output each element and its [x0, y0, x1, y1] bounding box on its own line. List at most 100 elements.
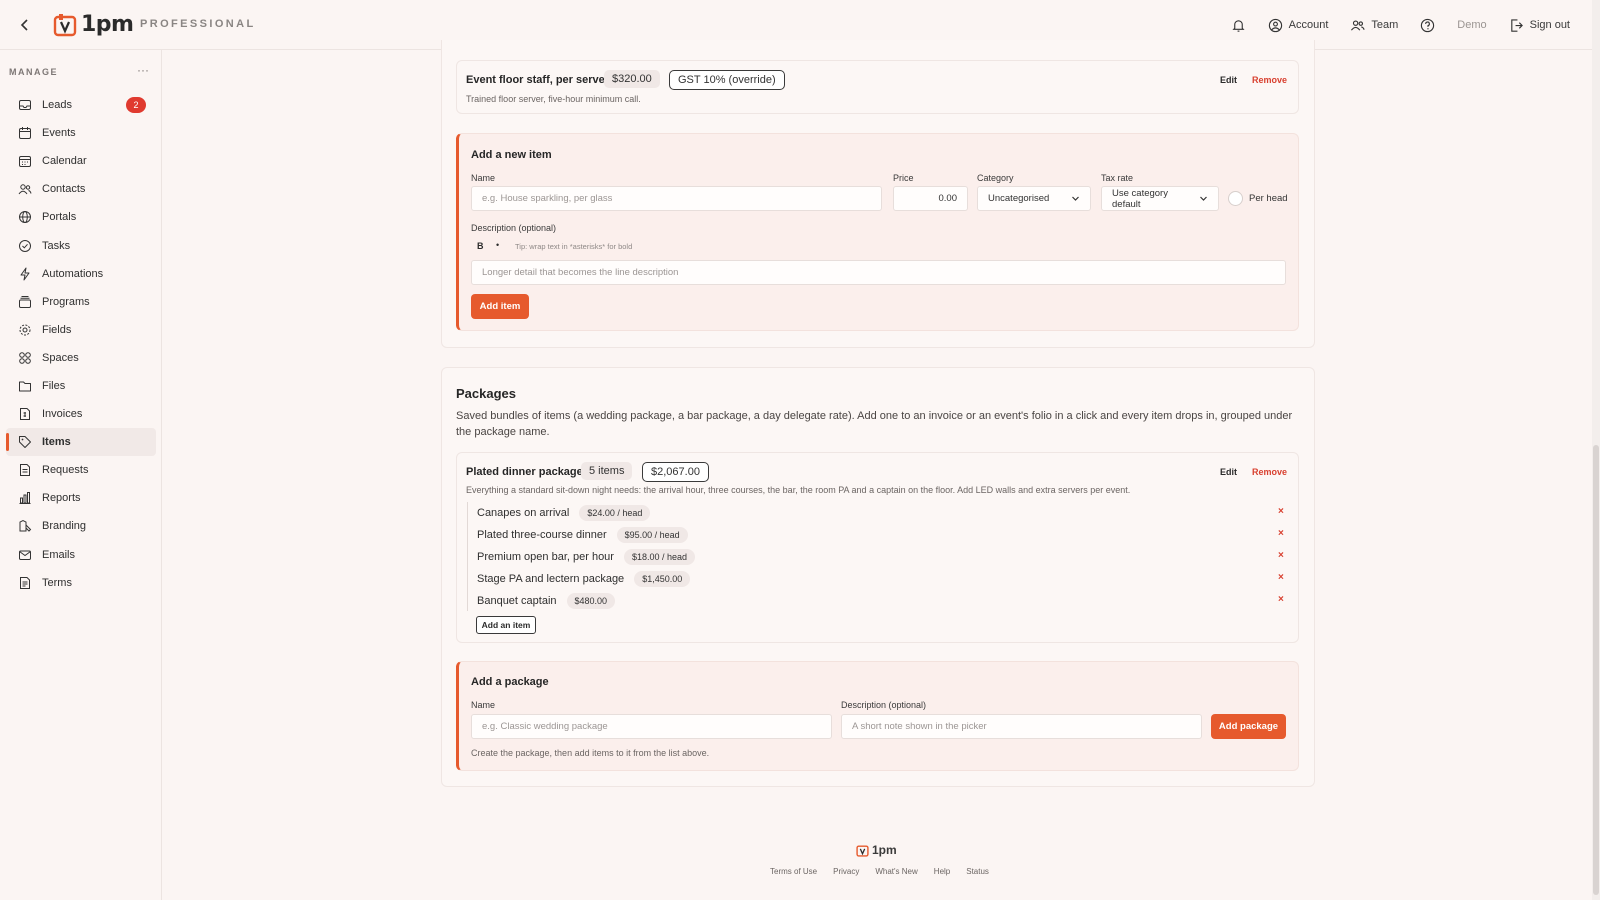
sidebar-item-programs[interactable]: Programs: [6, 288, 156, 316]
sidebar-item-leads[interactable]: Leads 2: [6, 91, 156, 119]
remove-line-item-button[interactable]: ×: [1278, 594, 1284, 605]
package-line-item: Stage PA and lectern package $1,450.00: [477, 568, 691, 590]
add-item-button[interactable]: Add item: [471, 294, 529, 319]
remove-line-item-button[interactable]: ×: [1278, 506, 1284, 517]
sidebar-item-files[interactable]: Files: [6, 372, 156, 400]
logo-mark-icon: [856, 844, 869, 857]
chevron-down-icon: [1072, 196, 1079, 201]
footer-logo-text: 1pm: [872, 843, 897, 857]
add-item-form: Add a new item Name e.g. House sparkling…: [456, 133, 1299, 331]
item-remove-button[interactable]: Remove: [1252, 75, 1287, 85]
calendar-event-icon: [19, 127, 31, 140]
item-name-input[interactable]: e.g. House sparkling, per glass: [471, 186, 882, 211]
app-logo[interactable]: 1pm: [53, 12, 134, 37]
package-line-item-name: Canapes on arrival: [477, 507, 570, 519]
sidebar-item-label: Emails: [42, 548, 76, 561]
sidebar-item-fields[interactable]: Fields: [6, 316, 156, 344]
sidebar-item-label: Files: [42, 379, 66, 392]
team-link[interactable]: Team: [1350, 18, 1398, 33]
remove-line-item-button[interactable]: ×: [1278, 572, 1284, 583]
help-button[interactable]: [1420, 18, 1435, 33]
footer-logo: 1pm: [856, 843, 897, 857]
page-scrollbar[interactable]: [1592, 0, 1600, 900]
sidebar-item-label: Requests: [42, 464, 89, 477]
leads-count-badge: 2: [126, 97, 146, 113]
sidebar-item-contacts[interactable]: Contacts: [6, 175, 156, 203]
sidebar-item-calendar[interactable]: Calendar: [6, 147, 156, 175]
bullet-button[interactable]: •: [496, 240, 499, 250]
tax-rate-value: Use category default: [1112, 187, 1168, 210]
demo-label: Demo: [1457, 19, 1487, 31]
per-head-checkbox[interactable]: [1228, 191, 1243, 206]
category-select[interactable]: Uncategorised: [977, 186, 1091, 211]
inbox-icon: [19, 100, 31, 111]
sidebar-item-items[interactable]: Items: [6, 428, 156, 457]
sign-out-label: Sign out: [1529, 19, 1570, 31]
package-name: Plated dinner package: [466, 466, 583, 478]
package-description: Everything a standard sit-down night nee…: [466, 485, 1131, 495]
stack-icon: [19, 295, 31, 308]
package-remove-button[interactable]: Remove: [1252, 467, 1287, 477]
package-line-item-price: $95.00 / head: [616, 527, 688, 543]
package-edit-button[interactable]: Edit: [1220, 467, 1237, 477]
more-options-button[interactable]: ···: [137, 63, 149, 77]
item-price-input[interactable]: 0.00: [893, 186, 968, 211]
sidebar-item-events[interactable]: Events: [6, 119, 156, 147]
sidebar-item-automations[interactable]: Automations: [6, 260, 156, 288]
sidebar-section-title: MANAGE: [9, 67, 58, 77]
scrollbar-thumb[interactable]: [1593, 445, 1599, 895]
sidebar-item-invoices[interactable]: Invoices: [6, 400, 156, 428]
footer-link-whats-new[interactable]: What's New: [875, 867, 917, 876]
remove-line-item-button[interactable]: ×: [1278, 528, 1284, 539]
bar-chart-icon: [19, 492, 31, 505]
sidebar-item-label: Automations: [42, 267, 104, 280]
footer-link-help[interactable]: Help: [934, 867, 950, 876]
per-head-toggle[interactable]: Per head: [1228, 191, 1288, 206]
remove-line-item-button[interactable]: ×: [1278, 550, 1284, 561]
sidebar-item-terms[interactable]: Terms: [6, 569, 156, 597]
sidebar-item-label: Branding: [42, 520, 87, 533]
footer-link-privacy[interactable]: Privacy: [833, 867, 859, 876]
sidebar: MANAGE ··· Leads 2 Events Calendar Conta…: [0, 50, 162, 900]
back-button[interactable]: [14, 14, 36, 36]
account-link[interactable]: Account: [1268, 18, 1328, 33]
package-items-list: Canapes on arrival $24.00 / head × Plate…: [467, 502, 1293, 611]
sidebar-item-requests[interactable]: Requests: [6, 456, 156, 484]
sidebar-item-label: Reports: [42, 492, 81, 505]
notifications-button[interactable]: [1231, 18, 1246, 33]
item-tax-badge: GST 10% (override): [669, 70, 785, 90]
package-line-item: Premium open bar, per hour $18.00 / head: [477, 546, 696, 568]
sidebar-item-spaces[interactable]: Spaces: [6, 344, 156, 372]
globe-icon: [19, 211, 31, 224]
package-name-input[interactable]: e.g. Classic wedding package: [471, 714, 832, 739]
description-label: Description (optional): [471, 223, 557, 233]
logo-mark-icon: [53, 13, 77, 36]
item-description-placeholder: Longer detail that becomes the line desc…: [482, 267, 679, 278]
package-description-input[interactable]: A short note shown in the picker: [841, 714, 1202, 739]
bold-button[interactable]: B: [477, 241, 484, 251]
footer-links: Terms of Use Privacy What's New Help Sta…: [770, 867, 989, 876]
sidebar-item-reports[interactable]: Reports: [6, 484, 156, 512]
package-line-item-name: Plated three-course dinner: [477, 529, 607, 541]
sidebar-item-emails[interactable]: Emails: [6, 541, 156, 569]
footer-link-status[interactable]: Status: [966, 867, 989, 876]
add-package-hint: Create the package, then add items to it…: [471, 748, 710, 758]
tax-rate-select[interactable]: Use category default: [1101, 186, 1219, 211]
name-label: Name: [471, 173, 496, 183]
sign-out-button[interactable]: Sign out: [1509, 18, 1570, 33]
sidebar-item-tasks[interactable]: Tasks: [6, 231, 156, 259]
sidebar-item-label: Events: [42, 127, 76, 140]
sidebar-item-branding[interactable]: Branding: [6, 512, 156, 540]
brush-icon: [19, 520, 32, 533]
item-description-input[interactable]: Longer detail that becomes the line desc…: [471, 260, 1286, 285]
grid-icon: [19, 352, 31, 364]
item-edit-button[interactable]: Edit: [1220, 75, 1237, 85]
add-package-title: Add a package: [471, 676, 549, 688]
sidebar-item-portals[interactable]: Portals: [6, 203, 156, 231]
package-line-item-price: $18.00 / head: [623, 549, 696, 565]
add-package-button[interactable]: Add package: [1211, 714, 1286, 739]
footer-link-terms[interactable]: Terms of Use: [770, 867, 817, 876]
user-circle-icon: [1268, 18, 1282, 32]
tag-icon: [19, 436, 31, 449]
add-an-item-button[interactable]: Add an item: [476, 616, 536, 634]
